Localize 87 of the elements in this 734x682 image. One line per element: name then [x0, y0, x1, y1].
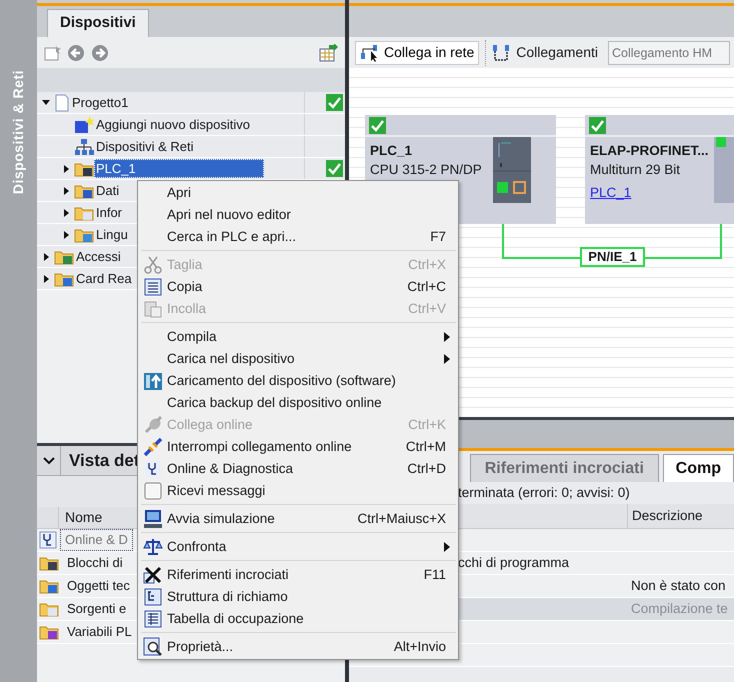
- compile-status-text: terminata (errori: 0; avvisi: 0): [458, 484, 630, 502]
- menu-item[interactable]: Proprietà... Alt+Invio: [138, 636, 458, 658]
- folder-icon: [39, 578, 59, 594]
- menu-item[interactable]: Carica nel dispositivo: [138, 348, 458, 370]
- description-cell-text: Compilazione te: [630, 600, 729, 618]
- menu-item[interactable]: Copia Ctrl+C: [138, 276, 458, 298]
- menu-item[interactable]: Confronta: [138, 536, 458, 558]
- menu-item[interactable]: Tabella di occupazione: [138, 608, 458, 630]
- folder-icon: [39, 624, 59, 640]
- folder-icon: [54, 248, 74, 264]
- menu-item[interactable]: Interrompi collegamento online Ctrl+M: [138, 436, 458, 458]
- cross-reference-icon: [142, 565, 162, 585]
- forward-icon[interactable]: [91, 44, 109, 62]
- menu-item[interactable]: Carica backup del dispositivo online: [138, 392, 458, 414]
- description-cell-text: Non è stato con: [630, 576, 727, 595]
- folder-icon: [74, 204, 94, 220]
- tree-item[interactable]: Dati: [94, 180, 122, 200]
- encoder-module-drawing: [714, 137, 734, 203]
- connections-label: Collegamenti: [516, 43, 598, 62]
- folder-icon: [74, 226, 94, 242]
- tree-item[interactable]: Infor: [94, 202, 124, 222]
- folder-icon: [39, 555, 59, 571]
- connection-type-field[interactable]: Collegamento HM: [608, 40, 730, 64]
- plug-icon: [142, 415, 162, 435]
- menu-item[interactable]: Riferimenti incrociati F11: [138, 564, 458, 586]
- back-icon[interactable]: [67, 44, 85, 62]
- expand-arrow-icon[interactable]: [64, 186, 68, 194]
- menu-item[interactable]: Compila: [138, 326, 458, 348]
- devices-tab[interactable]: Dispositivi: [47, 9, 149, 37]
- menu-item[interactable]: Avvia simulazione Ctrl+Maiusc+X: [138, 508, 458, 530]
- folder-icon: [54, 270, 74, 286]
- connect-network-button[interactable]: Collega in rete: [355, 40, 480, 64]
- message-cell-text: cchi di programma: [458, 554, 570, 572]
- inspector-tab[interactable]: Comp: [662, 454, 734, 482]
- detail-item[interactable]: Online & D: [61, 530, 132, 550]
- network-label[interactable]: PN/IE_1: [580, 247, 645, 267]
- folder-icon: [39, 601, 59, 617]
- device-type: CPU 315-2 PN/DP: [370, 161, 482, 179]
- tree-item[interactable]: PLC_1: [94, 158, 264, 178]
- detail-item[interactable]: Blocchi di: [63, 553, 127, 573]
- expand-arrow-icon[interactable]: [64, 164, 68, 172]
- device-name: ELAP-PROFINET...: [590, 142, 709, 160]
- network-cursor-icon: [360, 44, 380, 62]
- device-link[interactable]: PLC_1: [590, 183, 632, 204]
- chevron-down-icon[interactable]: [42, 456, 54, 464]
- expand-arrow-icon[interactable]: [44, 252, 48, 260]
- tree-item[interactable]: Accessi: [74, 246, 123, 266]
- disconnect-icon: [142, 437, 162, 457]
- menu-item[interactable]: Struttura di richiamo: [138, 586, 458, 608]
- network-icon: [74, 138, 94, 156]
- folder-icon: [74, 182, 94, 198]
- menu-item[interactable]: Caricamento del dispositivo (software): [138, 370, 458, 392]
- table-export-icon[interactable]: [319, 44, 339, 62]
- device-name: PLC_1: [370, 142, 412, 160]
- download-device-icon: [142, 371, 162, 391]
- expand-arrow-icon[interactable]: [44, 274, 48, 282]
- add-device-icon: [74, 116, 94, 134]
- assignment-table-icon: [144, 610, 162, 628]
- folder-icon: [74, 160, 94, 176]
- stethoscope-icon: [144, 460, 162, 478]
- column-header[interactable]: Nome: [65, 507, 102, 528]
- menu-item[interactable]: Online & Diagnostica Ctrl+D: [138, 458, 458, 480]
- detail-item[interactable]: Oggetti tec: [63, 576, 134, 596]
- detail-item[interactable]: Sorgenti e: [63, 599, 130, 619]
- inspector-tab[interactable]: Riferimenti incrociati: [470, 454, 659, 482]
- device-type: Multiturn 29 Bit: [590, 161, 680, 179]
- column-header[interactable]: Descrizione: [627, 504, 734, 528]
- tree-item[interactable]: Card Rea: [74, 268, 134, 288]
- new-item-icon[interactable]: [43, 44, 61, 62]
- menu-item[interactable]: Cerca in PLC e apri... F7: [138, 226, 458, 248]
- copy-icon: [144, 278, 162, 296]
- scales-icon: [142, 537, 162, 557]
- monitor-icon: [142, 509, 162, 529]
- scissors-icon: [144, 256, 162, 274]
- detail-item[interactable]: Variabili PL: [63, 622, 136, 642]
- expand-arrow-icon[interactable]: [64, 230, 68, 238]
- collapse-arrow-icon[interactable]: [42, 100, 50, 105]
- properties-icon: [142, 637, 162, 657]
- tree-item[interactable]: Lingu: [94, 224, 130, 244]
- tree-item[interactable]: Progetto1: [70, 92, 130, 112]
- expand-arrow-icon[interactable]: [64, 208, 68, 216]
- connections-icon[interactable]: [492, 44, 510, 62]
- menu-item[interactable]: Ricevi messaggi: [138, 480, 458, 502]
- call-structure-icon: [144, 588, 162, 606]
- plc-module-drawing: [493, 137, 531, 203]
- paste-icon: [144, 300, 162, 318]
- device-card[interactable]: ELAP-PROFINET... Multiturn 29 Bit PLC_1: [585, 115, 734, 224]
